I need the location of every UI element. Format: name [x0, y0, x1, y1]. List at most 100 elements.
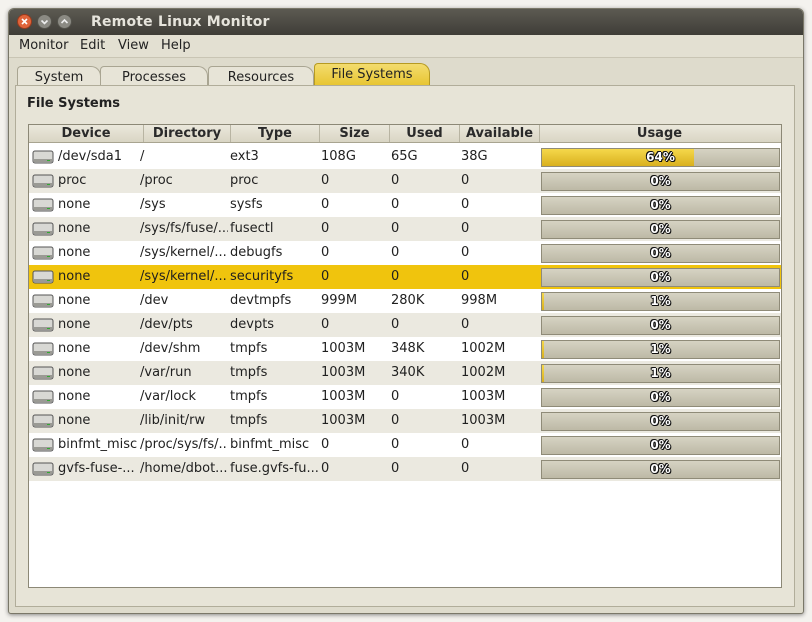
column-header-type[interactable]: Type	[231, 125, 320, 142]
minimize-icon[interactable]	[37, 14, 52, 29]
usage-percent-label: 0%	[650, 246, 671, 260]
usage-bar: 0%	[541, 244, 780, 263]
cell-directory: /sys	[140, 197, 166, 212]
menu-help[interactable]: Help	[161, 38, 191, 53]
column-header-directory[interactable]: Directory	[144, 125, 231, 142]
cell-available: 38G	[461, 149, 488, 164]
hard-drive-icon	[32, 221, 54, 241]
cell-size: 1003M	[321, 341, 366, 356]
hard-drive-icon	[32, 413, 54, 433]
cell-available: 1003M	[461, 413, 506, 428]
usage-bar: 64%	[541, 148, 780, 167]
table-row[interactable]: none/var/run tmpfs 1003M 340K 1002M 1%	[29, 361, 781, 385]
cell-device: /dev/sda1	[58, 149, 122, 164]
usage-percent-label: 1%	[650, 294, 671, 308]
window-title: Remote Linux Monitor	[91, 14, 270, 30]
hard-drive-icon	[32, 293, 54, 313]
tab-resources[interactable]: Resources	[208, 66, 314, 87]
tab-processes[interactable]: Processes	[100, 66, 208, 87]
table-row[interactable]: none/dev/shm tmpfs 1003M 348K 1002M 1%	[29, 337, 781, 361]
usage-percent-label: 0%	[650, 438, 671, 452]
table-row[interactable]: none/dev/pts devpts 0 0 0 0%	[29, 313, 781, 337]
table-row[interactable]: none/sys/kernel/... debugfs 0 0 0 0%	[29, 241, 781, 265]
table-row[interactable]: none/var/lock tmpfs 1003M 0 1003M 0%	[29, 385, 781, 409]
column-header-usage[interactable]: Usage	[540, 125, 779, 142]
cell-type: fuse.gvfs-fu...	[230, 461, 318, 476]
cell-available: 1002M	[461, 341, 506, 356]
cell-directory: /proc	[140, 173, 173, 188]
usage-bar: 0%	[541, 316, 780, 335]
title-bar[interactable]: Remote Linux Monitor	[9, 9, 803, 35]
hard-drive-icon	[32, 461, 54, 481]
hard-drive-icon	[32, 437, 54, 457]
hard-drive-icon	[32, 341, 54, 361]
table-row[interactable]: none/sys sysfs 0 0 0 0%	[29, 193, 781, 217]
menu-bar: Monitor Edit View Help	[9, 35, 803, 58]
cell-used: 0	[391, 221, 400, 236]
maximize-icon[interactable]	[57, 14, 72, 29]
cell-device: none	[58, 221, 91, 236]
cell-device: gvfs-fuse-...	[58, 461, 135, 476]
table-row[interactable]: none/lib/init/rw tmpfs 1003M 0 1003M 0%	[29, 409, 781, 433]
column-header-used[interactable]: Used	[390, 125, 460, 142]
cell-device: none	[58, 197, 91, 212]
hard-drive-icon	[32, 365, 54, 385]
table-row[interactable]: proc/proc proc 0 0 0 0%	[29, 169, 781, 193]
hard-drive-icon	[32, 197, 54, 217]
cell-directory: /sys/kernel/...	[140, 269, 227, 284]
usage-bar: 1%	[541, 292, 780, 311]
tab-system[interactable]: System	[17, 66, 101, 87]
menu-view[interactable]: View	[118, 38, 149, 53]
cell-size: 0	[321, 245, 330, 260]
cell-type: securityfs	[230, 269, 294, 284]
column-header-size[interactable]: Size	[320, 125, 390, 142]
cell-size: 0	[321, 461, 330, 476]
cell-available: 0	[461, 437, 470, 452]
cell-used: 340K	[391, 365, 425, 380]
cell-size: 0	[321, 221, 330, 236]
close-icon[interactable]	[17, 14, 32, 29]
usage-bar: 1%	[541, 364, 780, 383]
cell-size: 108G	[321, 149, 356, 164]
section-title: File Systems	[27, 96, 121, 111]
table-row[interactable]: binfmt_misc/proc/sys/fs/... binfmt_misc 0 0…	[29, 433, 781, 457]
cell-used: 0	[391, 317, 400, 332]
cell-used: 0	[391, 245, 400, 260]
cell-size: 999M	[321, 293, 358, 308]
cell-available: 0	[461, 197, 470, 212]
table-row[interactable]: none/sys/kernel/... securityfs 0 0 0 0%	[29, 265, 781, 289]
cell-size: 0	[321, 437, 330, 452]
cell-available: 998M	[461, 293, 498, 308]
usage-bar: 0%	[541, 172, 780, 191]
cell-size: 0	[321, 269, 330, 284]
cell-type: devpts	[230, 317, 275, 332]
cell-available: 0	[461, 269, 470, 284]
menu-edit[interactable]: Edit	[80, 38, 105, 53]
cell-available: 0	[461, 317, 470, 332]
cell-size: 0	[321, 173, 330, 188]
cell-type: sysfs	[230, 197, 263, 212]
cell-type: binfmt_misc	[230, 437, 310, 452]
column-header-device[interactable]: Device	[29, 125, 144, 142]
hard-drive-icon	[32, 245, 54, 265]
column-header-available[interactable]: Available	[460, 125, 540, 142]
table-row[interactable]: /dev/sda1 / ext3 108G 65G 38G 64%	[29, 145, 781, 169]
cell-directory: /var/lock	[140, 389, 197, 404]
hard-drive-icon	[32, 269, 54, 289]
usage-bar: 0%	[541, 412, 780, 431]
usage-percent-label: 0%	[650, 462, 671, 476]
cell-device: proc	[58, 173, 87, 188]
cell-type: fusectl	[230, 221, 274, 236]
table-row[interactable]: none/sys/fs/fuse/... fusectl 0 0 0 0%	[29, 217, 781, 241]
usage-bar: 0%	[541, 220, 780, 239]
table-header: Device Directory Type Size Used Availabl…	[29, 125, 781, 143]
cell-available: 0	[461, 221, 470, 236]
app-window: Remote Linux Monitor Monitor Edit View H…	[8, 8, 804, 614]
table-row[interactable]: gvfs-fuse-... /home/dbot... fuse.gvfs-fu..…	[29, 457, 781, 481]
cell-type: proc	[230, 173, 259, 188]
file-systems-table: Device Directory Type Size Used Availabl…	[28, 124, 782, 588]
table-row[interactable]: none/dev devtmpfs 999M 280K 998M 1%	[29, 289, 781, 313]
cell-type: tmpfs	[230, 389, 268, 404]
cell-used: 0	[391, 437, 400, 452]
menu-monitor[interactable]: Monitor	[19, 38, 68, 53]
